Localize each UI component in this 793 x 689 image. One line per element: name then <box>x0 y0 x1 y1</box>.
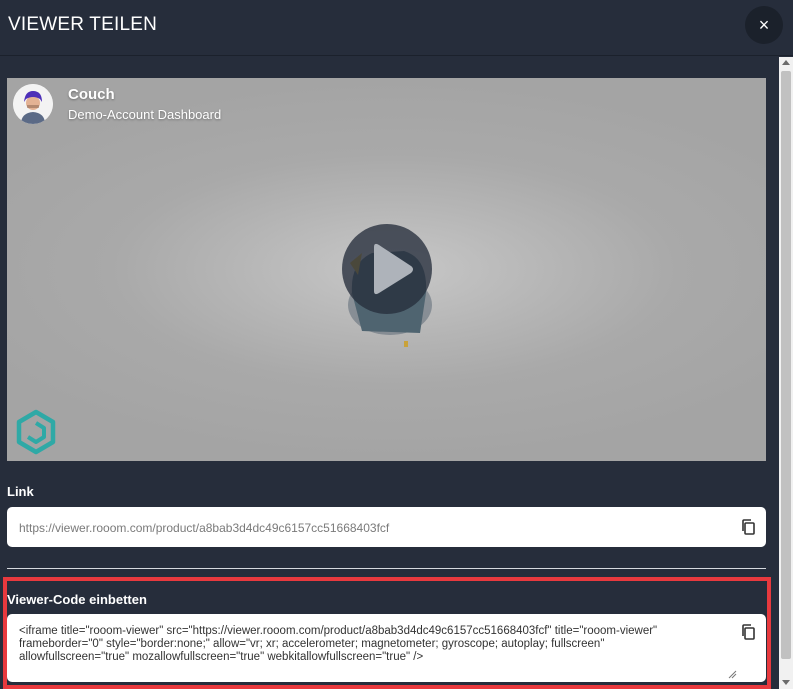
copy-icon[interactable] <box>740 624 756 640</box>
link-field[interactable]: https://viewer.rooom.com/product/a8bab3d… <box>7 507 766 547</box>
scroll-up-icon[interactable] <box>782 60 790 65</box>
link-label: Link <box>7 484 34 499</box>
rooom-logo-icon <box>16 409 56 455</box>
author-name: Couch <box>68 86 115 103</box>
embed-label: Viewer-Code einbetten <box>7 592 147 607</box>
modal-title: VIEWER TEILEN <box>8 14 158 35</box>
embed-code[interactable]: <iframe title="rooom-viewer" src="https:… <box>19 625 739 664</box>
divider <box>7 568 766 569</box>
modal-body: Couch Demo-Account Dashboard Link https:… <box>0 57 779 689</box>
copy-icon[interactable] <box>740 519 756 535</box>
resize-handle-icon[interactable] <box>728 670 737 679</box>
embed-code-field[interactable]: <iframe title="rooom-viewer" src="https:… <box>7 614 766 682</box>
link-url[interactable]: https://viewer.rooom.com/product/a8bab3d… <box>19 521 389 535</box>
author-subtitle: Demo-Account Dashboard <box>68 107 222 122</box>
play-button[interactable] <box>342 224 432 314</box>
scrollbar[interactable] <box>779 57 793 689</box>
avatar <box>13 84 53 124</box>
play-icon <box>374 243 413 295</box>
modal-header: VIEWER TEILEN × <box>0 0 793 56</box>
close-button[interactable]: × <box>745 6 783 44</box>
scroll-down-icon[interactable] <box>782 680 790 685</box>
scrollbar-thumb[interactable] <box>781 71 791 659</box>
viewer-preview[interactable]: Couch Demo-Account Dashboard <box>7 78 766 461</box>
